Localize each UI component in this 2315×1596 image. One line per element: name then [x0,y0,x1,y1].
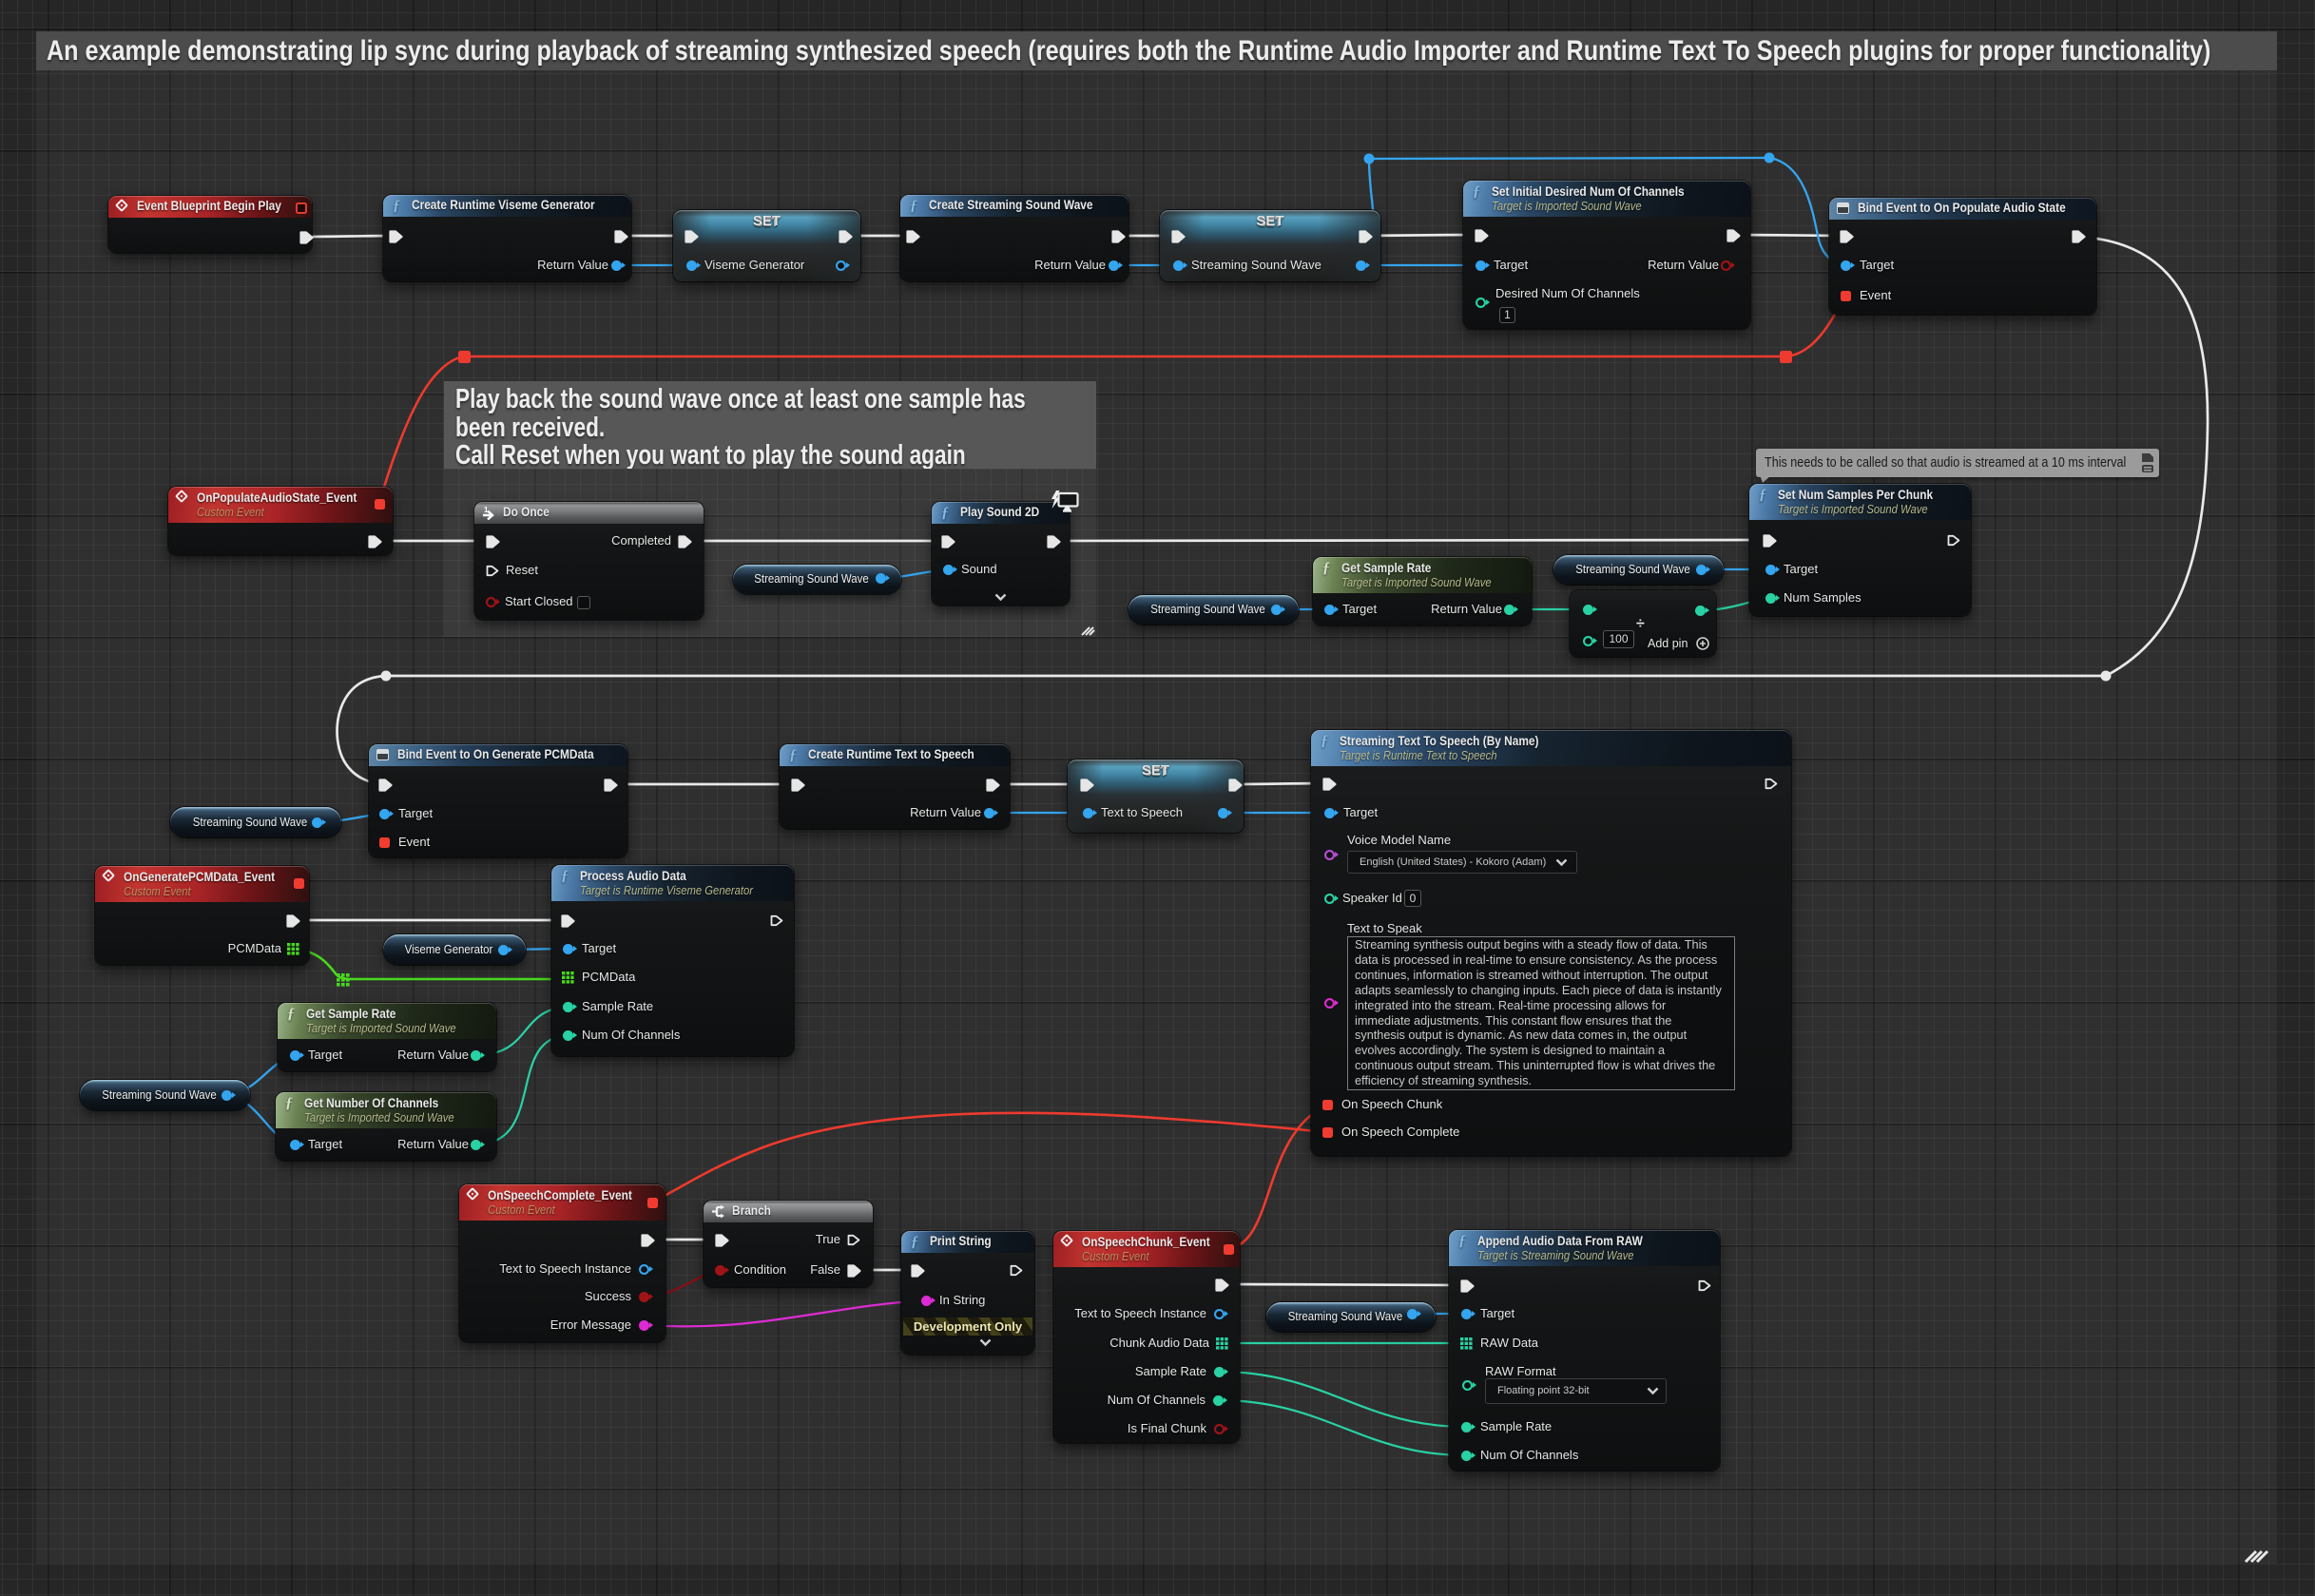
svg-text:1: 1 [484,506,489,514]
